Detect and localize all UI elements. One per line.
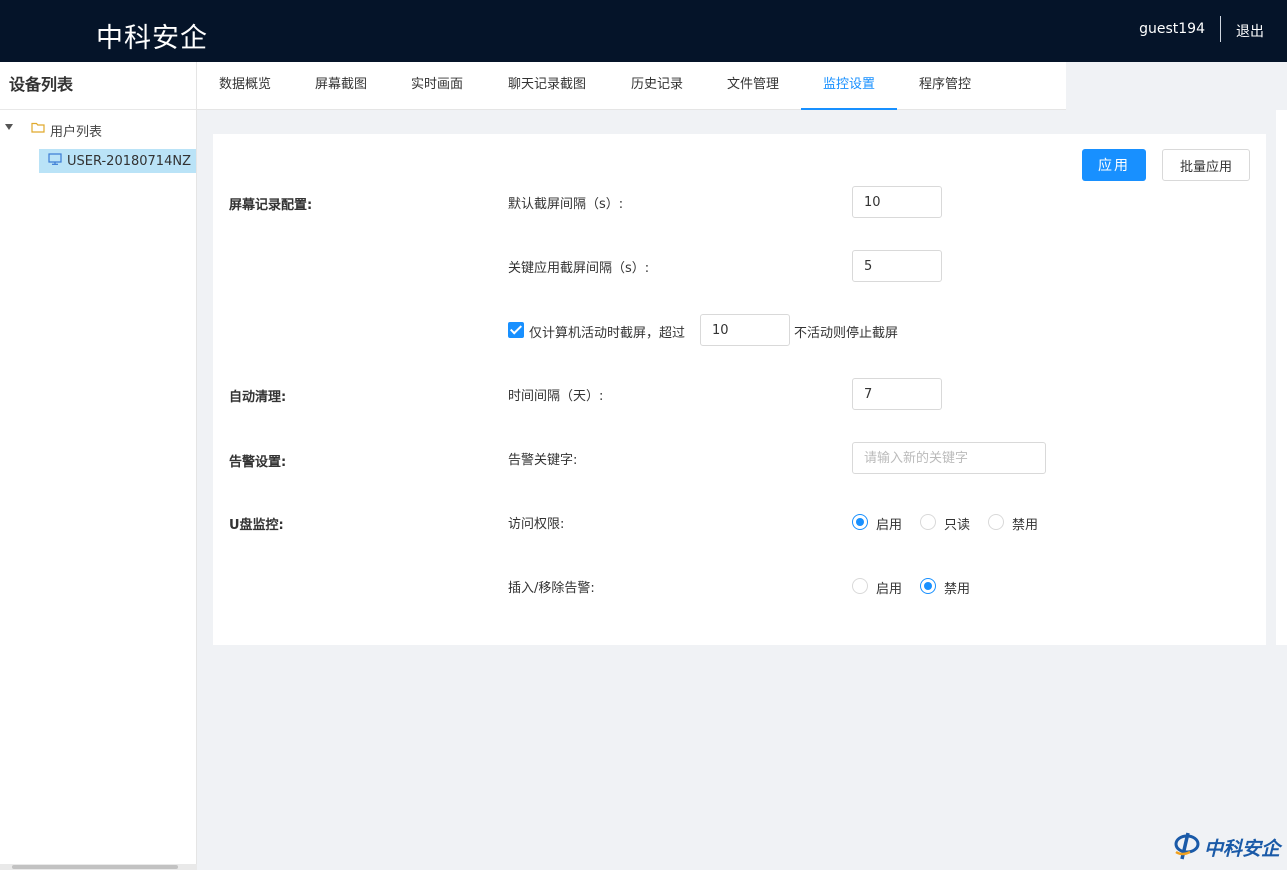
usb-access-option-readonly[interactable]: 只读 bbox=[944, 514, 970, 533]
scrollbar-thumb[interactable] bbox=[12, 865, 178, 869]
section-screen-record: 屏幕记录配置: bbox=[229, 198, 313, 213]
device-sidebar: 设备列表 用户列表 USER-20180714NZ bbox=[0, 62, 197, 870]
right-gutter bbox=[1266, 62, 1276, 870]
actions-panel bbox=[1066, 134, 1266, 645]
usb-access-option-enable[interactable]: 启用 bbox=[876, 514, 902, 533]
tab-monitor-settings[interactable]: 监控设置 bbox=[801, 62, 897, 110]
active-only-prefix-label: 仅计算机活动时截屏，超过 bbox=[529, 326, 686, 341]
active-only-checkbox[interactable] bbox=[508, 322, 524, 338]
tab-chat-screenshots[interactable]: 聊天记录截图 bbox=[505, 62, 589, 110]
tab-live-view[interactable]: 实时画面 bbox=[409, 62, 465, 110]
usb-access-radio-disable[interactable] bbox=[988, 514, 1004, 530]
tree-node-device[interactable]: USER-20180714NZ bbox=[39, 149, 196, 173]
default-interval-label: 默认截屏间隔（s）: bbox=[508, 197, 624, 212]
alert-keyword-label: 告警关键字: bbox=[508, 453, 578, 468]
logout-button[interactable]: 退出 bbox=[1236, 21, 1264, 41]
top-header: 中科安企 guest194 退出 bbox=[0, 0, 1287, 62]
folder-icon bbox=[31, 121, 45, 137]
usb-access-label: 访问权限: bbox=[508, 517, 565, 532]
clean-interval-label: 时间间隔（天）: bbox=[508, 389, 604, 404]
logo-icon bbox=[1172, 830, 1202, 864]
tab-bar: 数据概览 屏幕截图 实时画面 聊天记录截图 历史记录 文件管理 监控设置 程序管… bbox=[197, 62, 1066, 110]
right-edge-panel bbox=[1276, 110, 1287, 645]
tab-file-management[interactable]: 文件管理 bbox=[725, 62, 781, 110]
sidebar-title: 设备列表 bbox=[0, 62, 196, 110]
plug-alert-radio-disable[interactable] bbox=[920, 578, 936, 594]
batch-apply-button[interactable]: 批量应用 bbox=[1162, 149, 1250, 181]
section-auto-clean: 自动清理: bbox=[229, 390, 287, 405]
tree-root-label: 用户列表 bbox=[50, 125, 103, 140]
clean-interval-input[interactable] bbox=[852, 378, 942, 410]
usb-access-option-disable[interactable]: 禁用 bbox=[1012, 514, 1038, 533]
caret-down-icon[interactable] bbox=[5, 124, 13, 130]
tree-root-user-list[interactable]: 用户列表 bbox=[0, 118, 197, 140]
brand-title: 中科安企 bbox=[96, 23, 208, 54]
usb-access-radio-enable[interactable] bbox=[852, 514, 868, 530]
key-app-interval-input[interactable] bbox=[852, 250, 942, 282]
brand-watermark: 中科安企 bbox=[1172, 831, 1280, 863]
watermark-text: 中科安企 bbox=[1204, 837, 1281, 860]
inactive-threshold-input[interactable] bbox=[700, 314, 790, 346]
usb-plug-alert-label: 插入/移除告警: bbox=[508, 581, 595, 596]
tab-program-control[interactable]: 程序管控 bbox=[917, 62, 973, 110]
usb-access-radio-readonly[interactable] bbox=[920, 514, 936, 530]
section-alert: 告警设置: bbox=[229, 455, 287, 470]
tree-node-label: USER-20180714NZ bbox=[67, 153, 191, 169]
plug-alert-radio-enable[interactable] bbox=[852, 578, 868, 594]
alert-keyword-input[interactable] bbox=[852, 442, 1046, 474]
plug-alert-option-enable[interactable]: 启用 bbox=[876, 578, 902, 597]
section-usb-monitor: U盘监控: bbox=[229, 518, 284, 533]
default-interval-input[interactable] bbox=[852, 186, 942, 218]
header-divider bbox=[1220, 16, 1221, 42]
key-app-interval-label: 关键应用截屏间隔（s）: bbox=[508, 261, 650, 276]
tab-history[interactable]: 历史记录 bbox=[629, 62, 685, 110]
active-only-suffix-label: 不活动则停止截屏 bbox=[794, 326, 899, 341]
tab-screenshots[interactable]: 屏幕截图 bbox=[313, 62, 369, 110]
plug-alert-option-disable[interactable]: 禁用 bbox=[944, 578, 970, 597]
monitor-icon bbox=[48, 153, 62, 169]
tab-data-overview[interactable]: 数据概览 bbox=[217, 62, 273, 110]
apply-button[interactable]: 应用 bbox=[1082, 149, 1146, 181]
username-label: guest194 bbox=[1139, 21, 1205, 37]
sidebar-horizontal-scrollbar[interactable] bbox=[0, 864, 197, 870]
